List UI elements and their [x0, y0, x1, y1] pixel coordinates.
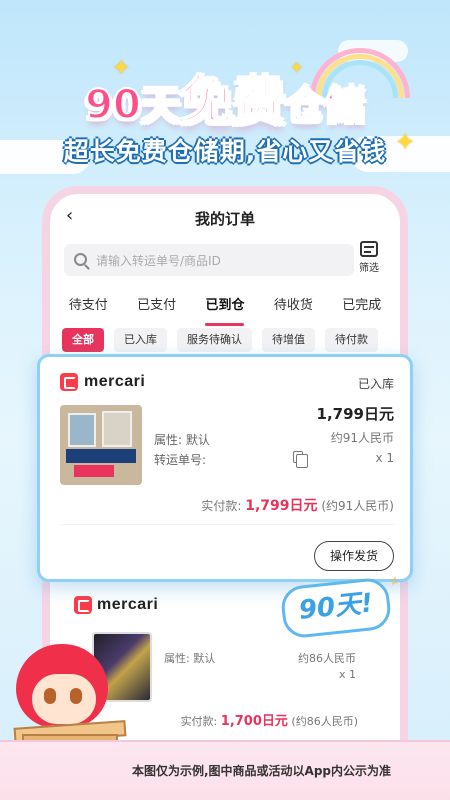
filter-button[interactable]: 筛选 [352, 241, 386, 274]
chip-all[interactable]: 全部 [62, 328, 104, 352]
chip-value-added[interactable]: 待增值 [262, 328, 315, 352]
page-title: 我的订单 [194, 210, 255, 228]
star-icon: ✦ [290, 58, 304, 77]
filter-chips: 全部 已入库 服务待确认 待增值 待付款 [62, 328, 400, 354]
headline-storage: 仓储 [284, 81, 366, 129]
product-rmb: 约91人民币 [330, 431, 394, 445]
chip-service-pending[interactable]: 服务待确认 [177, 328, 252, 352]
calendar-filter-icon [360, 241, 378, 257]
disclaimer-text: 本图仅为示例,图中商品或活动以App内公示为准 [132, 764, 392, 778]
chip-in-storage[interactable]: 已入库 [114, 328, 167, 352]
tab-completed[interactable]: 已完成 [340, 294, 383, 320]
paid-rmb: (约91人民币) [321, 499, 394, 513]
order-status: 已入库 [357, 377, 394, 391]
shop-logo: mercari [60, 373, 145, 391]
product-attribute: 属性: 默认 [164, 652, 216, 665]
paid-label: 实付款: [180, 715, 218, 728]
divider [60, 524, 394, 525]
paid-total: 实付款: 1,799日元 (约91人民币) [201, 495, 394, 515]
app-header: ‹ 我的订单 [50, 194, 400, 238]
search-row: 请输入转运单号/商品ID 筛选 [64, 241, 386, 276]
search-input[interactable]: 请输入转运单号/商品ID [64, 244, 354, 276]
order-card[interactable]: mercari 已入库 属性: 默认 转运单号: 1,799日元 约91人民币 … [37, 354, 413, 582]
paid-amount: 1,700日元 [220, 714, 288, 729]
headline-90-days: 90天 [84, 81, 182, 129]
paid-total: 实付款: 1,700日元 (约86人民币) [181, 710, 358, 729]
order-status-tabs: 待支付 已支付 已到仓 待收货 已完成 [50, 294, 400, 326]
search-icon [74, 253, 87, 266]
paid-label: 实付款: [201, 499, 242, 513]
star-icon: ✦ [112, 56, 131, 81]
copy-icon[interactable] [293, 451, 308, 468]
product-attribute: 属性: 默认 [154, 433, 210, 447]
paid-rmb: (约86人民币) [291, 715, 358, 728]
search-placeholder: 请输入转运单号/商品ID [96, 254, 221, 268]
product-rmb: 约86人民币 [298, 652, 356, 665]
tab-pending-payment[interactable]: 待支付 [67, 294, 110, 320]
product-qty: x 1 [375, 451, 394, 465]
headline: 90天免费仓储 [0, 58, 450, 133]
mercari-icon [60, 373, 78, 391]
shop-name: mercari [97, 596, 159, 613]
chip-awaiting-payment[interactable]: 待付款 [325, 328, 378, 352]
paid-amount: 1,799日元 [245, 498, 318, 514]
ship-action-button[interactable]: 操作发货 [314, 541, 394, 571]
promo-page: 90天免费仓储 ✦ ✦ ✦ 超长免费仓储期,省心又省钱 ‹ 我的订单 请输入转运… [0, 0, 450, 800]
shop-logo: mercari [74, 596, 158, 614]
tab-paid[interactable]: 已支付 [135, 294, 178, 320]
product-price: 1,799日元 [316, 405, 394, 423]
disclaimer-footer: 本图仅为示例,图中商品或活动以App内公示为准 [0, 740, 450, 800]
product-qty: x 1 [338, 668, 356, 681]
shop-name: mercari [84, 373, 146, 390]
subtitle: 超长免费仓储期,省心又省钱 [63, 137, 387, 166]
tab-awaiting-receipt[interactable]: 待收货 [272, 294, 315, 320]
tab-arrived-warehouse[interactable]: 已到仓 [203, 294, 246, 326]
product-thumbnail[interactable] [60, 405, 142, 485]
filter-label: 筛选 [359, 263, 379, 274]
mercari-icon [74, 596, 92, 614]
headline-free: 免费 [180, 70, 286, 132]
tracking-label: 转运单号: [154, 453, 207, 467]
